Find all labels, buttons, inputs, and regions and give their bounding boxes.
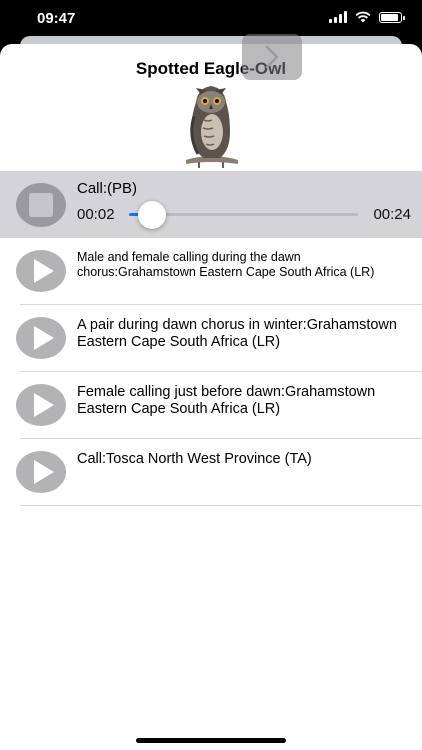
stop-icon	[29, 193, 53, 217]
total-time: 00:24	[373, 206, 411, 223]
status-time: 09:47	[37, 10, 76, 27]
play-button[interactable]	[16, 451, 66, 493]
play-icon	[33, 393, 54, 417]
track-row[interactable]: Male and female calling during the dawn …	[0, 238, 422, 305]
track-label: Call:Tosca North West Province (TA)	[77, 451, 312, 467]
play-button[interactable]	[16, 250, 66, 292]
track-label: Female calling just before dawn:Grahamst…	[77, 384, 376, 417]
slider-thumb[interactable]	[137, 201, 166, 229]
page-title: Spotted Eagle-Owl	[135, 59, 287, 78]
track-row[interactable]: A pair during dawn chorus in winter:Grah…	[0, 305, 422, 372]
now-playing-row[interactable]: Call:(PB) 00:02 00:24	[0, 171, 422, 238]
now-playing-title: Call:(PB)	[77, 180, 138, 197]
play-icon	[33, 460, 54, 484]
battery-icon	[379, 11, 405, 23]
track-label: A pair during dawn chorus in winter:Grah…	[77, 317, 397, 350]
play-button[interactable]	[16, 384, 66, 426]
row-divider	[20, 505, 422, 506]
track-row[interactable]: Female calling just before dawn:Grahamst…	[0, 372, 422, 439]
track-row[interactable]: Call:Tosca North West Province (TA)	[0, 439, 422, 506]
stop-button[interactable]	[16, 183, 66, 227]
home-indicator[interactable]	[136, 738, 286, 743]
status-icons	[329, 11, 405, 23]
play-button[interactable]	[16, 317, 66, 359]
elapsed-time: 00:02	[77, 206, 115, 223]
play-icon	[33, 259, 54, 283]
owl-image	[186, 86, 238, 168]
next-button[interactable]	[242, 34, 302, 80]
track-label: Male and female calling during the dawn …	[77, 250, 375, 279]
wifi-icon	[355, 11, 371, 23]
status-bar: 09:47	[0, 0, 422, 40]
play-icon	[33, 326, 54, 350]
cellular-signal-icon	[329, 11, 347, 23]
chevron-right-icon	[265, 45, 279, 69]
